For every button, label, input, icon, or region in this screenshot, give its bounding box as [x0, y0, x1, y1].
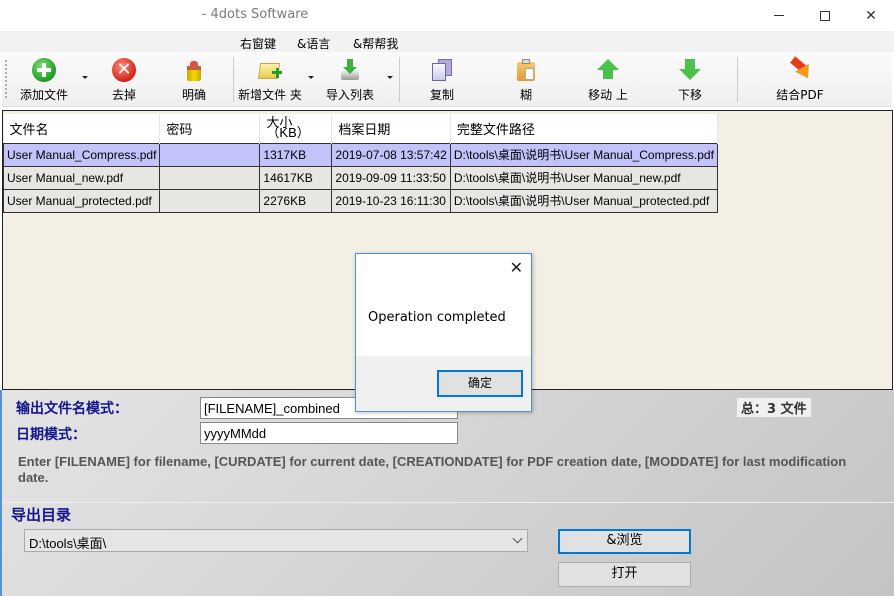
cell-path: D:\tools\桌面\说明书\User Manual_Compress.pdf — [449, 142, 718, 167]
maximize-button[interactable] — [802, 0, 848, 31]
toolbar-grip[interactable] — [5, 60, 7, 98]
combine-pdf-label: 结合PDF — [776, 88, 824, 102]
add-folder-label: 新增文件 夹 — [238, 88, 302, 102]
copy-label: 复制 — [429, 88, 454, 102]
move-down-button[interactable]: 下移 — [668, 55, 712, 103]
brush-icon — [181, 57, 207, 82]
output-folder-combobox[interactable]: D:\tools\桌面\ — [24, 529, 528, 552]
column-header-filename[interactable]: 文件名 — [3, 114, 161, 143]
cell-date: 2019-09-09 11:33:50 — [331, 165, 451, 190]
cell-date: 2019-07-08 13:57:42 — [331, 142, 451, 167]
column-header-size[interactable]: 大小（KB） — [259, 114, 333, 143]
cell-filename[interactable]: User Manual_Compress.pdf — [2, 142, 161, 167]
add-files-dropdown-icon[interactable] — [82, 76, 88, 79]
add-folder-dropdown-icon[interactable] — [308, 76, 314, 79]
cell-filename[interactable]: User Manual_new.pdf — [2, 165, 161, 190]
move-up-button[interactable]: 移动 上 — [584, 55, 632, 103]
remove-circle-icon: ✕ — [111, 57, 137, 82]
column-header-date[interactable]: 档案日期 — [331, 114, 451, 143]
output-options-panel: 输出文件名模式： 总：3 文件 日期模式： Enter [FILENAME] f… — [0, 390, 894, 596]
arrow-down-icon — [677, 57, 703, 82]
window-title: - 4dots Software — [201, 7, 309, 22]
clear-label: 明确 — [181, 88, 206, 102]
toolbar-separator — [737, 57, 738, 102]
import-list-label: 导入列表 — [325, 88, 374, 102]
remove-button[interactable]: ✕ 去掉 — [102, 55, 146, 103]
menu-help[interactable]: &帮帮我 — [353, 35, 398, 52]
import-list-dropdown-icon[interactable] — [387, 76, 393, 79]
combine-pdf-icon — [787, 56, 815, 83]
cell-filename[interactable]: User Manual_protected.pdf — [2, 188, 161, 213]
maximize-icon — [820, 10, 830, 21]
combine-pdf-button[interactable]: 结合PDF — [772, 55, 828, 103]
add-circle-icon — [31, 57, 57, 82]
clear-button[interactable]: 明确 — [172, 55, 216, 103]
total-files-label: 总：3 文件 — [737, 398, 811, 417]
date-pattern-label: 日期模式： — [16, 427, 86, 443]
dialog-close-icon[interactable]: ✕ — [510, 258, 523, 277]
remove-label: 去掉 — [111, 88, 136, 102]
move-up-label: 移动 上 — [588, 88, 628, 102]
dialog-message: Operation completed — [368, 310, 506, 325]
filename-pattern-label: 输出文件名模式： — [16, 401, 128, 417]
table-row[interactable]: User Manual_new.pdf 14617KB 2019-09-09 1… — [2, 165, 718, 190]
cell-size: 14617KB — [259, 165, 333, 190]
dialog-footer: 确定 — [356, 356, 531, 411]
file-table: 文件名 密码 大小（KB） 档案日期 完整文件路径 User Manual_Co… — [2, 114, 718, 213]
output-folder-value: D:\tools\桌面\ — [29, 536, 107, 551]
chevron-down-icon[interactable] — [512, 533, 523, 544]
paste-label: 糊 — [519, 88, 532, 102]
menu-right-click[interactable]: 右窗键 — [240, 35, 276, 52]
pattern-hint-text: Enter [FILENAME] for filename, [CURDATE]… — [18, 454, 847, 485]
cell-path: D:\tools\桌面\说明书\User Manual_protected.pd… — [449, 188, 718, 213]
output-folder-label: 导出目录 — [11, 506, 72, 524]
toolbar-separator — [399, 57, 400, 102]
menu-bar: 右窗键 &语言 &帮帮我 — [0, 31, 894, 52]
paste-icon — [513, 57, 539, 82]
title-bar: - 4dots Software ✕ — [0, 0, 894, 31]
import-icon — [337, 57, 363, 82]
menu-language[interactable]: &语言 — [297, 35, 330, 52]
add-folder-button[interactable]: 新增文件 夹 — [236, 55, 304, 103]
table-row[interactable]: User Manual_protected.pdf 2276KB 2019-10… — [2, 188, 718, 213]
section-divider — [2, 502, 894, 503]
cell-date: 2019-10-23 16:11:30 — [331, 188, 451, 213]
message-dialog: ✕ Operation completed 确定 — [355, 253, 532, 412]
arrow-up-icon — [595, 57, 621, 82]
close-icon: ✕ — [865, 7, 877, 24]
add-files-button[interactable]: 添加文件 — [16, 55, 72, 103]
minimize-icon — [774, 15, 784, 16]
cell-path: D:\tools\桌面\说明书\User Manual_new.pdf — [449, 165, 718, 190]
cell-size: 1317KB — [259, 142, 333, 167]
cell-password[interactable] — [159, 165, 261, 190]
add-files-label: 添加文件 — [19, 88, 68, 102]
cell-password[interactable] — [159, 142, 261, 167]
copy-button[interactable]: 复制 — [420, 55, 464, 103]
copy-icon — [429, 57, 455, 82]
column-header-path[interactable]: 完整文件路径 — [450, 114, 718, 143]
column-header-password[interactable]: 密码 — [159, 114, 261, 143]
close-button[interactable]: ✕ — [848, 0, 894, 31]
paste-button[interactable]: 糊 — [504, 55, 548, 103]
table-row[interactable]: User Manual_Compress.pdf 1317KB 2019-07-… — [2, 142, 718, 167]
toolbar-separator — [233, 57, 234, 102]
folder-add-icon — [257, 57, 283, 82]
cell-size: 2276KB — [259, 188, 333, 213]
dialog-ok-button[interactable]: 确定 — [437, 370, 523, 397]
move-down-label: 下移 — [677, 88, 702, 102]
minimize-button[interactable] — [756, 0, 802, 31]
toolbar: 添加文件 ✕ 去掉 明确 新增文件 夹 导入列表 复制 糊 移动 上 下移 结合… — [2, 52, 892, 107]
open-button[interactable]: 打开 — [558, 562, 691, 587]
browse-button[interactable]: &浏览 — [558, 529, 691, 554]
import-list-button[interactable]: 导入列表 — [322, 55, 378, 103]
date-pattern-input[interactable] — [200, 422, 458, 444]
cell-password[interactable] — [159, 188, 261, 213]
